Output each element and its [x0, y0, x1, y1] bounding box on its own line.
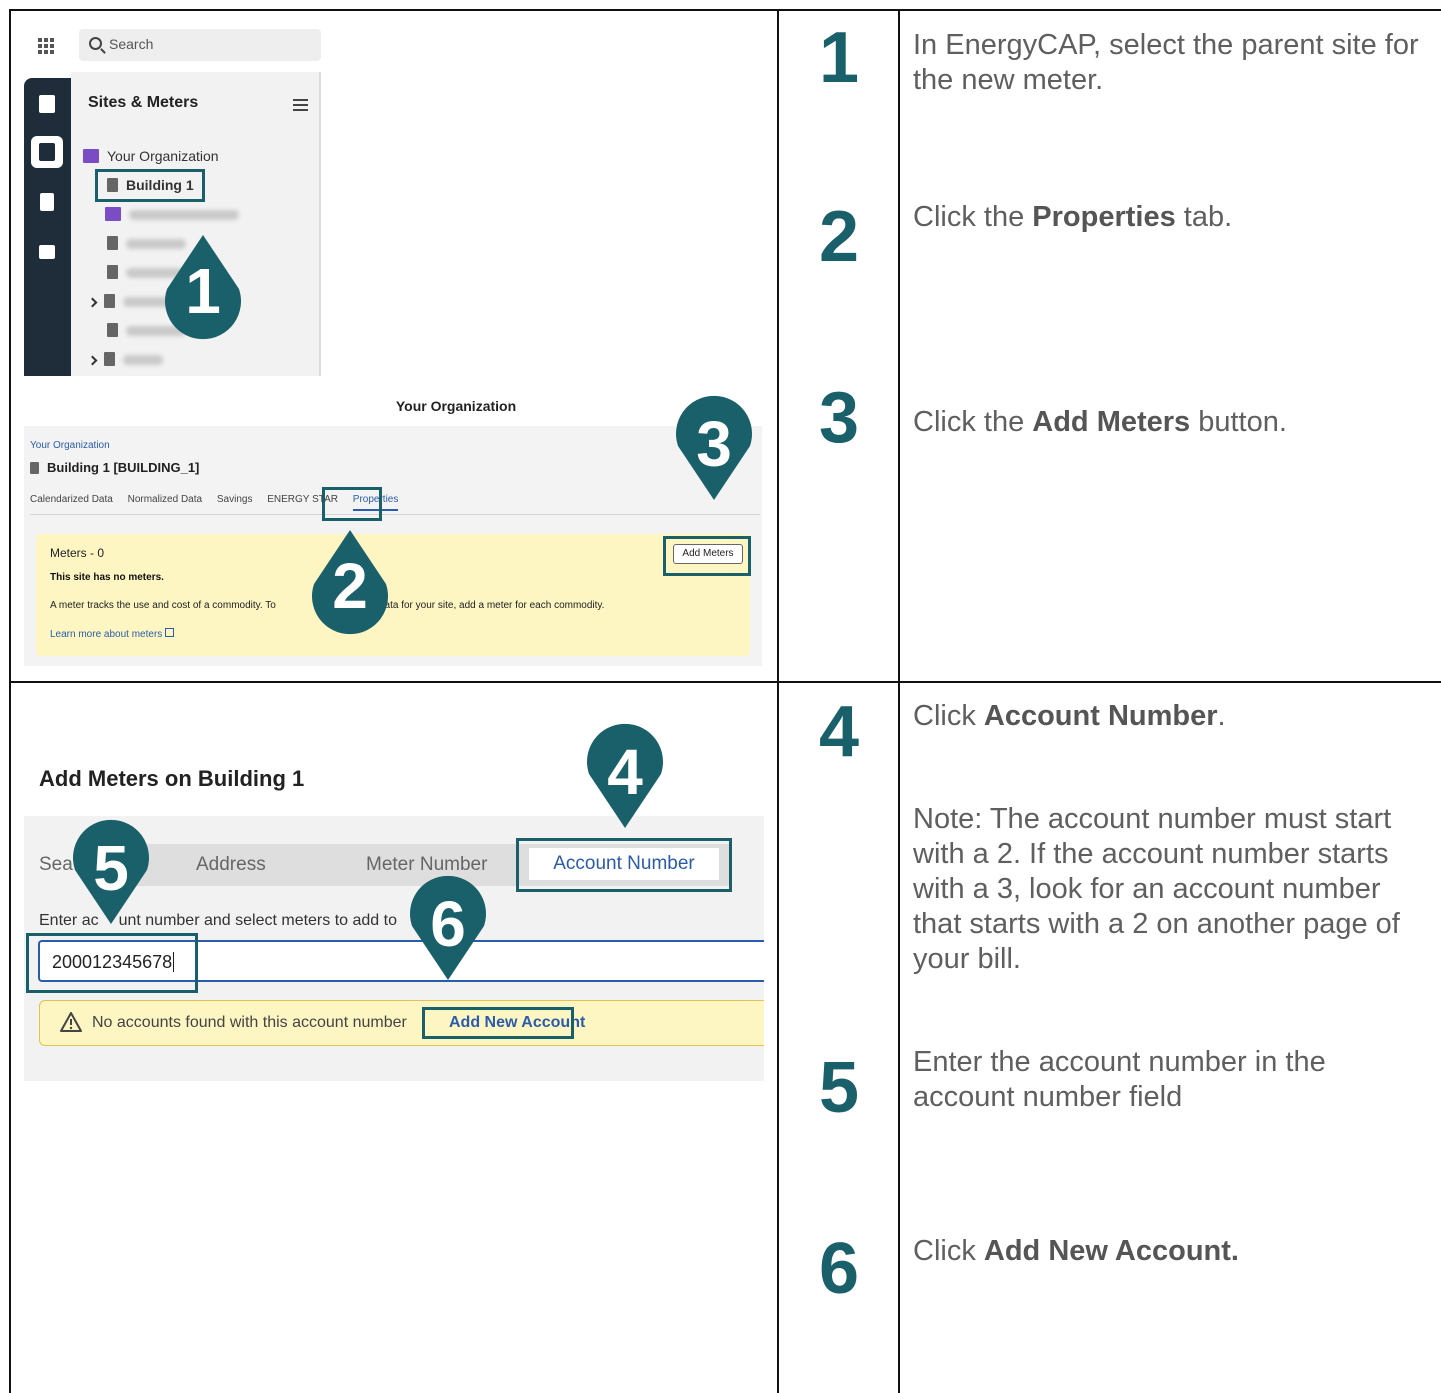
- tab-calendarized-data[interactable]: Calendarized Data: [30, 494, 113, 505]
- search-icon: [89, 37, 102, 50]
- highlight-properties-tab: [322, 487, 382, 521]
- tab-meter-number[interactable]: Meter Number: [366, 854, 487, 876]
- top-bar: Search: [24, 20, 329, 72]
- chevron-right-icon[interactable]: [87, 355, 98, 366]
- highlight-add-new-account: [422, 1007, 574, 1039]
- step-number-6: 6: [818, 1229, 860, 1309]
- building-icon: [30, 462, 39, 474]
- building-icon: [104, 352, 115, 366]
- warning-text: No accounts found with this account numb…: [92, 1014, 407, 1031]
- buildings-icon[interactable]: [31, 136, 63, 168]
- screenshot-properties: Your Organization Your Organization Buil…: [24, 384, 762, 666]
- tree-item-organization[interactable]: Your Organization: [83, 148, 219, 164]
- dashboard-icon[interactable]: [31, 88, 63, 120]
- site-title: Building 1 [BUILDING_1]: [30, 460, 199, 475]
- tab-search[interactable]: Sea: [39, 854, 73, 876]
- calculator-icon[interactable]: [31, 186, 63, 218]
- warning-icon: [60, 1012, 82, 1032]
- external-link-icon: [165, 628, 175, 637]
- step-5-text: Enter the account number in the account …: [913, 1046, 1326, 1113]
- account-number-note: Note: The account number must start with…: [913, 803, 1400, 975]
- building-icon: [107, 265, 118, 279]
- tab-address[interactable]: Address: [196, 854, 266, 876]
- chevron-right-icon[interactable]: [87, 297, 98, 308]
- step-number-1: 1: [818, 18, 860, 98]
- marker-5: 5: [71, 819, 151, 926]
- highlight-account-input: [26, 933, 198, 993]
- step-number-4: 4: [818, 692, 860, 772]
- search-placeholder: Search: [109, 36, 154, 52]
- step-number-3: 3: [818, 378, 860, 458]
- list-icon[interactable]: [31, 236, 63, 268]
- learn-more-link[interactable]: Learn more about meters: [50, 628, 175, 640]
- marker-6: 6: [408, 875, 488, 982]
- highlight-add-meters: [663, 536, 751, 576]
- apps-grid-icon[interactable]: [38, 38, 54, 54]
- no-meters-notice: Meters - 0 This site has no meters. A me…: [36, 534, 750, 656]
- panel-title: Sites & Meters: [88, 94, 199, 111]
- step-number-2: 2: [818, 197, 860, 277]
- tabs-divider: [30, 514, 760, 515]
- highlight-building-1: [95, 169, 205, 202]
- search-input[interactable]: Search: [79, 29, 321, 61]
- organization-icon: [83, 149, 99, 163]
- step-6-text: Click Add New Account.: [913, 1235, 1239, 1267]
- org-heading: Your Organization: [395, 398, 517, 414]
- organization-icon: [105, 207, 121, 221]
- building-icon: [104, 294, 115, 308]
- step-3-text: Click the Add Meters button.: [913, 406, 1287, 438]
- table-row-divider: [9, 681, 1441, 683]
- marker-4: 4: [585, 723, 665, 830]
- highlight-account-number-tab: [516, 838, 732, 892]
- left-rail: [24, 78, 71, 376]
- table-left-border: [9, 9, 11, 1393]
- step-4-text: Click Account Number.: [913, 700, 1226, 732]
- tree-item-blurred[interactable]: [87, 351, 163, 367]
- marker-1: 1: [163, 233, 243, 340]
- tab-normalized-data[interactable]: Normalized Data: [128, 494, 202, 505]
- add-meters-heading: Add Meters on Building 1: [39, 766, 305, 791]
- step-2-text: Click the Properties tab.: [913, 201, 1233, 233]
- table-top-border: [9, 9, 1441, 11]
- tree-item-blurred[interactable]: [105, 206, 239, 222]
- marker-3: 3: [674, 395, 754, 502]
- breadcrumb[interactable]: Your Organization: [30, 440, 110, 451]
- menu-icon[interactable]: [293, 99, 308, 111]
- no-meters-text: This site has no meters.: [50, 572, 164, 583]
- no-accounts-warning: No accounts found with this account numb…: [39, 1000, 764, 1046]
- marker-2: 2: [310, 528, 390, 635]
- tab-savings[interactable]: Savings: [217, 494, 253, 505]
- step-1-text: In EnergyCAP, select the parent site for…: [913, 29, 1419, 96]
- step-number-5: 5: [818, 1048, 860, 1128]
- building-icon: [107, 323, 118, 337]
- properties-card: Your Organization Building 1 [BUILDING_1…: [24, 426, 762, 666]
- building-icon: [107, 236, 118, 250]
- meters-count: Meters - 0: [50, 546, 105, 560]
